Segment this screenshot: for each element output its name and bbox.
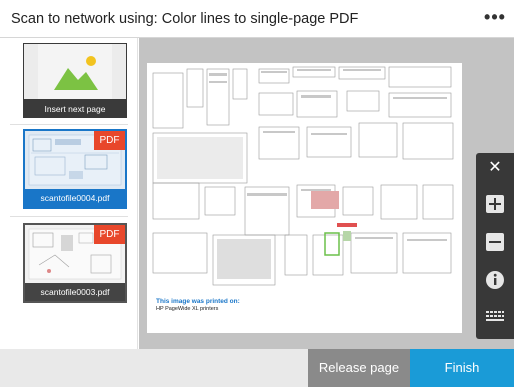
pdf-badge: PDF xyxy=(94,225,125,244)
close-icon[interactable]: ✕ xyxy=(484,157,506,179)
scanned-page-preview: This image was printed on: HP PageWide X… xyxy=(147,63,462,333)
page-title: Scan to network using: Color lines to si… xyxy=(11,11,359,27)
release-page-button[interactable]: Release page xyxy=(308,349,410,387)
insert-next-page-label: Insert next page xyxy=(44,104,106,114)
image-placeholder-icon xyxy=(24,44,126,99)
more-dots-icon[interactable]: ••• xyxy=(484,8,506,30)
action-bar: Release page Finish xyxy=(0,349,514,387)
zoom-toolbar: ✕ xyxy=(476,153,514,339)
insert-next-page-button[interactable]: Insert next page xyxy=(23,43,127,118)
file-thumbnail-selected[interactable]: PDF scantofile0004.pdf xyxy=(23,129,127,209)
divider xyxy=(10,216,128,217)
zoom-in-icon[interactable] xyxy=(484,193,506,215)
pdf-badge: PDF xyxy=(94,131,125,150)
finish-button[interactable]: Finish xyxy=(410,349,514,387)
info-icon[interactable] xyxy=(484,269,506,291)
keyboard-icon[interactable] xyxy=(484,305,506,327)
scan-preview-area[interactable]: This image was printed on: HP PageWide X… xyxy=(139,38,514,349)
title-bar: Scan to network using: Color lines to si… xyxy=(0,0,514,38)
divider xyxy=(10,124,128,125)
page-list-sidebar: Insert next page PDF scantofile0004.pdf xyxy=(0,38,138,349)
file-name-label: scantofile0004.pdf xyxy=(40,193,110,203)
print-note: This image was printed on: HP PageWide X… xyxy=(156,298,306,312)
file-thumbnail[interactable]: PDF scantofile0003.pdf xyxy=(23,223,127,303)
file-name-label: scantofile0003.pdf xyxy=(40,287,110,297)
zoom-out-icon[interactable] xyxy=(484,231,506,253)
print-note-subtitle: HP PageWide XL printers xyxy=(156,306,219,312)
print-note-title: This image was printed on: xyxy=(156,298,240,305)
